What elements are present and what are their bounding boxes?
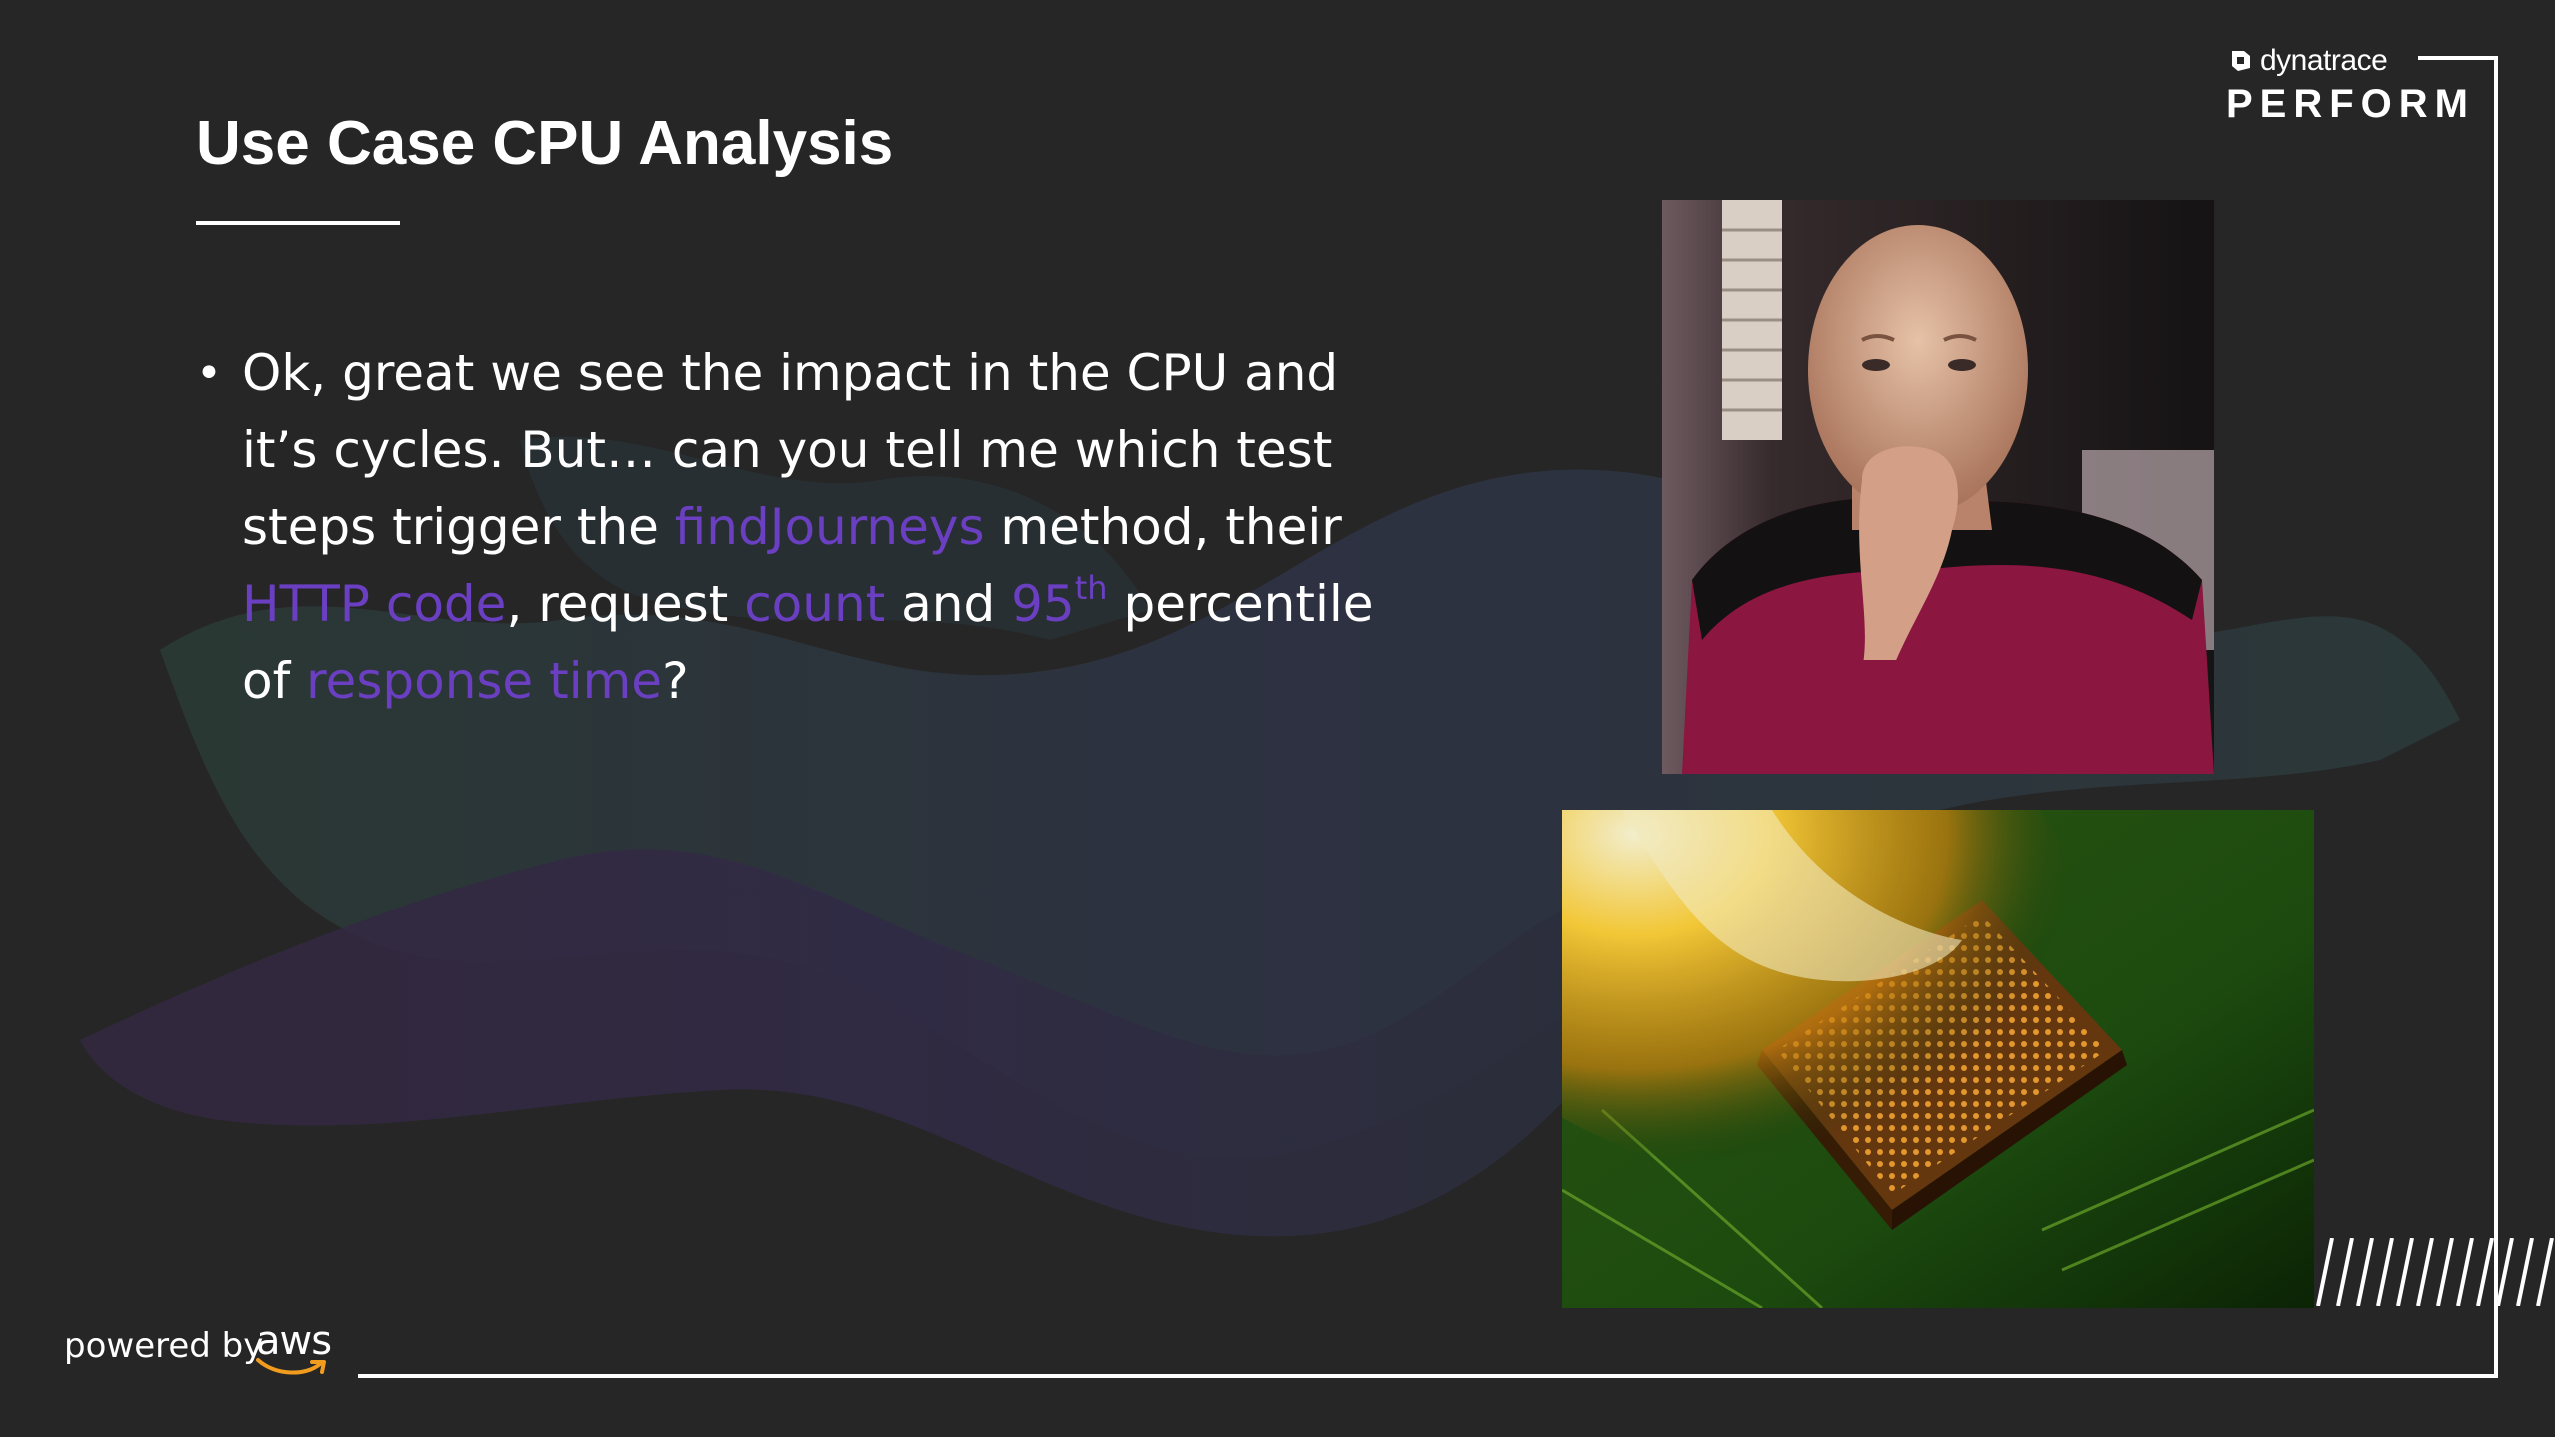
bullet-text: Ok, great we see the impact in the CPU a…: [242, 335, 1426, 720]
page-title: Use Case CPU Analysis: [196, 109, 894, 178]
aws-logo: aws: [254, 1318, 332, 1384]
bullet-text-part: and: [885, 575, 1012, 633]
event-name: PERFORM: [2226, 82, 2475, 126]
highlight-count: count: [744, 575, 886, 633]
bullet-text-part: method, their: [984, 498, 1342, 556]
dynatrace-logo-icon: [2232, 51, 2250, 71]
dynatrace-perform-logo: dynatrace PERFORM: [2226, 44, 2486, 126]
bullet-point: • Ok, great we see the impact in the CPU…: [196, 335, 1426, 720]
bullet-text-part: , request: [506, 575, 745, 633]
highlight-percentile: 95: [1011, 575, 1075, 633]
frame-right-line: [2494, 56, 2498, 1378]
highlight-response-time: response time: [306, 652, 663, 710]
highlight-method-name: findJourneys: [674, 498, 985, 556]
bullet-text-part: ?: [662, 652, 689, 710]
brand-name: dynatrace: [2260, 44, 2388, 77]
highlight-http-code: HTTP code: [242, 575, 507, 633]
aws-smile-icon: [256, 1358, 326, 1375]
highlight-percentile-suffix: th: [1074, 569, 1108, 607]
bullet-marker: •: [196, 348, 222, 399]
burning-cpu-chip-icon: [1562, 810, 2314, 1308]
slide: Use Case CPU Analysis • Ok, great we see…: [0, 0, 2555, 1437]
powered-by-label: powered by: [64, 1326, 264, 1366]
frame-bottom-line: [358, 1374, 2498, 1378]
hatch-pattern: [2316, 1238, 2554, 1306]
title-underline: [196, 221, 400, 225]
thinking-man-icon: [1662, 200, 2214, 774]
